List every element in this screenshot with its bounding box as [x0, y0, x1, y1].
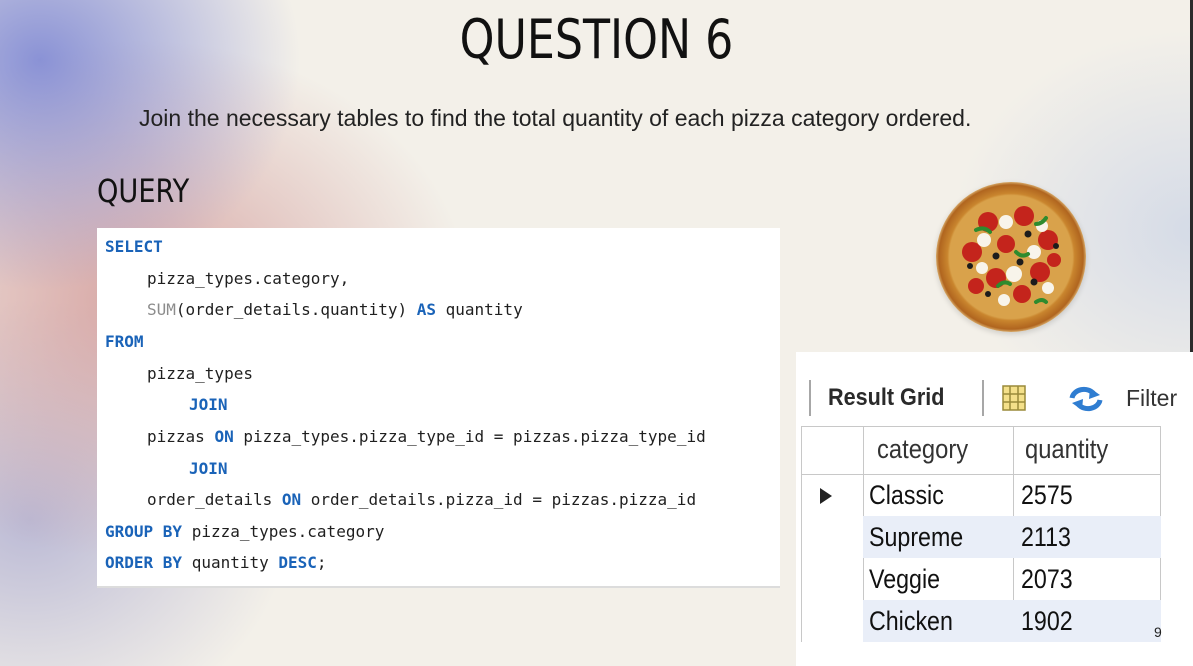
table-empty-space — [801, 642, 1161, 666]
code-line-10: GROUP BY pizza_types.category — [105, 519, 384, 545]
cell-category[interactable]: Chicken — [869, 606, 953, 637]
code-text: pizzas — [147, 427, 215, 446]
code-line-3: SUM(order_details.quantity) AS quantity — [147, 297, 523, 323]
cell-category[interactable]: Supreme — [869, 522, 963, 553]
code-text: pizza_types.pizza_type_id = pizzas.pizza… — [233, 427, 706, 446]
code-text: quantity — [436, 300, 523, 319]
code-text: ; — [316, 553, 327, 572]
code-line-4: FROM — [105, 329, 144, 355]
toolbar-separator — [809, 380, 811, 416]
code-line-5: pizza_types — [147, 361, 253, 387]
code-line-9: order_details ON order_details.pizza_id … — [147, 487, 696, 513]
code-text: order_details.pizza_id = pizzas.pizza_id — [301, 490, 697, 509]
pizza-image — [936, 182, 1086, 332]
toolbar-separator — [982, 380, 984, 416]
cell-category[interactable]: Classic — [869, 480, 944, 511]
cell-quantity[interactable]: 2113 — [1021, 522, 1071, 553]
code-text: pizza_types.category, — [147, 269, 350, 288]
slide-title: QUESTION 6 — [459, 8, 734, 71]
cell-category[interactable]: Veggie — [869, 564, 940, 595]
cell-quantity[interactable]: 2073 — [1021, 564, 1073, 595]
code-line-7: pizzas ON pizza_types.pizza_type_id = pi… — [147, 424, 706, 450]
query-heading: QUERY — [97, 172, 190, 210]
code-text: pizza_types — [147, 364, 253, 383]
result-grid-tab[interactable]: Result Grid — [828, 384, 944, 412]
code-keyword: AS — [416, 300, 436, 319]
code-keyword: DESC — [278, 553, 317, 572]
cell-quantity[interactable]: 1902 — [1021, 606, 1073, 637]
code-line-1: SELECT — [105, 234, 163, 260]
code-text: quantity — [182, 553, 279, 572]
code-line-11: ORDER BY quantity DESC; — [105, 550, 327, 576]
sql-code-block: SELECT pizza_types.category, SUM(order_d… — [97, 228, 780, 588]
filter-button[interactable]: Filter — [1126, 385, 1177, 412]
code-line-2: pizza_types.category, — [147, 266, 349, 292]
column-header-category[interactable]: category — [877, 434, 968, 465]
code-keyword: ORDER BY — [105, 553, 183, 572]
result-table: category quantity Classic 2575 Supreme 2… — [801, 426, 1161, 666]
result-grid-panel: Result Grid Filter category quantity Cla… — [796, 352, 1193, 666]
code-function: SUM — [147, 300, 176, 319]
pizza-toppings-icon — [962, 206, 1061, 306]
refresh-icon[interactable] — [1066, 386, 1106, 412]
page-number: 9 — [1154, 624, 1162, 640]
code-text: pizza_types.category — [182, 522, 385, 541]
column-header-quantity[interactable]: quantity — [1025, 434, 1108, 465]
code-keyword: ON — [214, 427, 234, 446]
code-keyword: FROM — [105, 332, 144, 351]
code-keyword: ON — [281, 490, 302, 509]
code-line-6: JOIN — [189, 392, 228, 418]
result-grid-toolbar: Result Grid Filter — [796, 352, 1193, 422]
code-keyword: SELECT — [105, 237, 163, 256]
code-keyword: JOIN — [189, 459, 228, 478]
row-pointer-icon — [819, 487, 833, 510]
code-line-8: JOIN — [189, 456, 228, 482]
cell-quantity[interactable]: 2575 — [1021, 480, 1073, 511]
code-keyword: GROUP BY — [105, 522, 183, 541]
code-text: (order_details.quantity) — [175, 300, 417, 319]
code-keyword: JOIN — [189, 395, 228, 414]
grid-icon[interactable] — [1002, 385, 1026, 411]
slide-subtitle: Join the necessary tables to find the to… — [139, 105, 972, 131]
code-text: order_details — [147, 490, 282, 509]
header-divider — [801, 474, 1161, 475]
